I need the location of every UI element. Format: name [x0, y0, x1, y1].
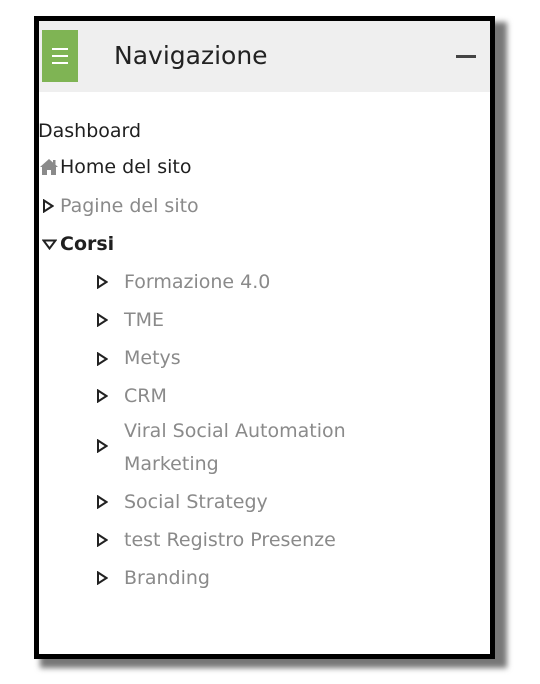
triangle-right-icon[interactable]: [96, 352, 108, 366]
triangle-right-icon[interactable]: [96, 389, 108, 403]
course-item[interactable]: Social Strategy: [124, 490, 268, 514]
triangle-right-icon[interactable]: [96, 313, 108, 327]
triangle-right-icon[interactable]: [96, 439, 108, 453]
triangle-down-icon[interactable]: [42, 239, 57, 250]
triangle-right-icon[interactable]: [96, 275, 108, 289]
home-icon: [39, 158, 59, 176]
nav-site-pages[interactable]: Pagine del sito: [60, 194, 199, 218]
course-item[interactable]: Formazione 4.0: [124, 270, 270, 294]
collapse-button[interactable]: [456, 37, 476, 67]
course-item[interactable]: Branding: [124, 566, 210, 590]
triangle-right-icon[interactable]: [96, 495, 108, 509]
block-title: Navigazione: [114, 41, 268, 70]
nav-dashboard[interactable]: Dashboard: [38, 119, 141, 143]
course-item-line-1[interactable]: Viral Social Automation: [124, 419, 346, 443]
triangle-right-icon[interactable]: [96, 533, 108, 547]
course-item[interactable]: Metys: [124, 346, 181, 370]
course-item[interactable]: CRM: [124, 384, 167, 408]
navigation-tree: Dashboard Home del sito Pagine del sito …: [38, 92, 490, 654]
nav-courses[interactable]: Corsi: [60, 232, 114, 256]
navigation-block: Navigazione Dashboard Home del sito Pagi…: [34, 16, 495, 659]
hamburger-icon[interactable]: [42, 30, 78, 82]
course-item[interactable]: test Registro Presenze: [124, 528, 336, 552]
course-item[interactable]: TME: [124, 308, 164, 332]
triangle-right-icon[interactable]: [96, 571, 108, 585]
block-header: Navigazione: [39, 21, 490, 92]
course-item-line-2[interactable]: Marketing: [124, 452, 219, 476]
nav-home-link[interactable]: Home del sito: [60, 155, 191, 179]
triangle-right-icon[interactable]: [42, 199, 54, 213]
